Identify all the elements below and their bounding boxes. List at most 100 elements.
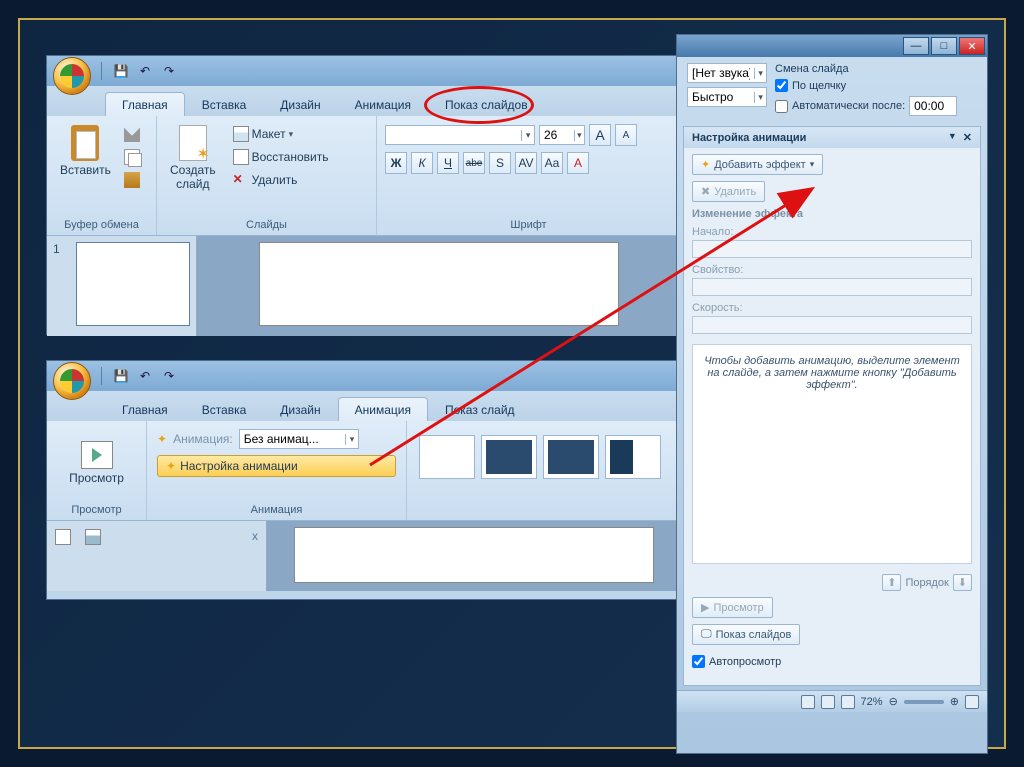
fit-icon[interactable] bbox=[965, 695, 979, 709]
speed-field: Скорость: bbox=[692, 302, 972, 334]
quick-access-toolbar: 💾 ↶ ↷ bbox=[47, 56, 681, 86]
zoom-out-icon[interactable]: ⊖ bbox=[889, 695, 898, 708]
slide-canvas-b[interactable] bbox=[294, 527, 654, 583]
auto-after-checkbox[interactable]: Автоматически после: bbox=[775, 96, 977, 116]
animation-value[interactable] bbox=[240, 432, 345, 446]
office-button-b[interactable] bbox=[53, 362, 91, 400]
italic-button[interactable]: К bbox=[411, 152, 433, 174]
advance-title: Смена слайда bbox=[775, 63, 977, 75]
sound-combo[interactable]: ▾ bbox=[687, 63, 767, 83]
auto-time-input[interactable] bbox=[909, 96, 957, 116]
view-show-icon[interactable] bbox=[841, 695, 855, 709]
maximize-button[interactable]: □ bbox=[931, 37, 957, 55]
redo-icon[interactable]: ↷ bbox=[160, 62, 178, 80]
new-slide-icon bbox=[179, 125, 207, 161]
autopreview-checkbox[interactable]: Автопросмотр bbox=[692, 655, 972, 668]
tab-slideshow-b[interactable]: Показ слайд bbox=[428, 397, 532, 421]
strike-button[interactable]: abe bbox=[463, 152, 485, 174]
close-panel-icon[interactable]: x bbox=[252, 529, 258, 583]
bold-button[interactable]: Ж bbox=[385, 152, 407, 174]
font-size-combo[interactable]: ▾ bbox=[539, 125, 585, 145]
transition-none[interactable] bbox=[419, 435, 475, 479]
speed-combo[interactable]: ▾ bbox=[687, 87, 767, 107]
undo-icon[interactable]: ↶ bbox=[136, 367, 154, 385]
shrink-font-button[interactable]: A bbox=[615, 124, 637, 146]
transition-split[interactable] bbox=[605, 435, 661, 479]
outline-tab-icon[interactable] bbox=[55, 529, 71, 545]
format-painter-button[interactable] bbox=[120, 170, 144, 190]
cut-button[interactable] bbox=[120, 124, 144, 144]
animation-combo[interactable]: ▾ bbox=[239, 429, 359, 449]
slideshow-button[interactable]: 🖵 Показ слайдов bbox=[692, 624, 800, 645]
tab-home[interactable]: Главная bbox=[105, 92, 185, 116]
font-family-combo[interactable]: ▾ bbox=[385, 125, 535, 145]
paste-button[interactable]: Вставить bbox=[53, 120, 118, 212]
copy-button[interactable] bbox=[120, 147, 144, 167]
zoom-slider[interactable] bbox=[904, 700, 944, 704]
close-button[interactable]: ✕ bbox=[959, 37, 985, 55]
remove-effect-button[interactable]: ✖ Удалить bbox=[692, 181, 765, 202]
tab-insert[interactable]: Вставка bbox=[185, 92, 264, 116]
layout-button[interactable]: Макет▾ bbox=[229, 124, 333, 144]
underline-button[interactable]: Ч bbox=[437, 152, 459, 174]
zoom-in-icon[interactable]: ⊕ bbox=[950, 695, 959, 708]
close-pane-icon[interactable]: ✕ bbox=[963, 131, 972, 144]
grow-font-button[interactable]: A bbox=[589, 124, 611, 146]
slides-tab-icon[interactable] bbox=[85, 529, 101, 545]
tab-insert-b[interactable]: Вставка bbox=[185, 397, 264, 421]
view-normal-icon[interactable] bbox=[801, 695, 815, 709]
move-down-button[interactable]: ⬇ bbox=[953, 574, 972, 591]
slides-group-title: Слайды bbox=[163, 217, 370, 231]
remove-icon: ✖ bbox=[701, 185, 710, 198]
move-up-button[interactable]: ⬆ bbox=[882, 574, 901, 591]
font-size-input[interactable] bbox=[540, 128, 574, 142]
on-click-checkbox[interactable]: По щелчку bbox=[775, 79, 977, 92]
chevron-down-icon[interactable]: ▼ bbox=[948, 131, 957, 144]
minimize-button[interactable]: — bbox=[903, 37, 929, 55]
paste-label: Вставить bbox=[60, 163, 111, 177]
tab-animation[interactable]: Анимация bbox=[338, 92, 428, 116]
chevron-down-icon[interactable]: ▾ bbox=[345, 434, 358, 445]
transition-fade[interactable] bbox=[481, 435, 537, 479]
reset-button[interactable]: Восстановить bbox=[229, 147, 333, 167]
tab-design[interactable]: Дизайн bbox=[263, 92, 337, 116]
change-effect-title: Изменение эффекта bbox=[692, 208, 972, 220]
delete-slide-button[interactable]: ✕Удалить bbox=[229, 170, 333, 190]
save-icon[interactable]: 💾 bbox=[112, 62, 130, 80]
play-button[interactable]: ▶ Просмотр bbox=[692, 597, 773, 618]
shadow-button[interactable]: S bbox=[489, 152, 511, 174]
add-effect-button[interactable]: ✦ Добавить эффект ▾ bbox=[692, 154, 823, 175]
preview-button[interactable]: Просмотр bbox=[53, 425, 140, 501]
office-button[interactable] bbox=[53, 57, 91, 95]
start-select[interactable] bbox=[692, 240, 972, 258]
custom-animation-label: Настройка анимации bbox=[180, 459, 298, 473]
copy-icon bbox=[124, 149, 140, 165]
chevron-down-icon[interactable]: ▾ bbox=[754, 68, 766, 79]
tab-slideshow[interactable]: Показ слайдов bbox=[428, 92, 545, 116]
screenshot-top: 💾 ↶ ↷ Главная Вставка Дизайн Анимация По… bbox=[46, 55, 682, 335]
change-case-button[interactable]: Aa bbox=[541, 152, 563, 174]
play-icon: ▶ bbox=[701, 601, 709, 614]
view-sorter-icon[interactable] bbox=[821, 695, 835, 709]
slide-thumbnail[interactable] bbox=[76, 242, 190, 326]
chevron-down-icon[interactable]: ▾ bbox=[521, 130, 534, 141]
undo-icon[interactable]: ↶ bbox=[136, 62, 154, 80]
property-select[interactable] bbox=[692, 278, 972, 296]
transition-fade2[interactable] bbox=[543, 435, 599, 479]
transition-settings: ▾ ▾ Смена слайда По щелчку Автоматически… bbox=[677, 57, 987, 122]
spacing-button[interactable]: AV bbox=[515, 152, 537, 174]
slide-canvas[interactable] bbox=[259, 242, 619, 326]
speed-select[interactable] bbox=[692, 316, 972, 334]
font-color-button[interactable]: A bbox=[567, 152, 589, 174]
custom-animation-button[interactable]: ✦ Настройка анимации bbox=[157, 455, 396, 477]
font-family-input[interactable] bbox=[386, 128, 521, 142]
chevron-down-icon[interactable]: ▾ bbox=[574, 130, 584, 141]
save-icon[interactable]: 💾 bbox=[112, 367, 130, 385]
tab-design-b[interactable]: Дизайн bbox=[263, 397, 337, 421]
chevron-down-icon[interactable]: ▾ bbox=[754, 92, 766, 103]
animation-group-title: Анимация bbox=[153, 502, 400, 516]
redo-icon[interactable]: ↷ bbox=[160, 367, 178, 385]
tab-home-b[interactable]: Главная bbox=[105, 397, 185, 421]
tab-animation-b[interactable]: Анимация bbox=[338, 397, 428, 421]
new-slide-button[interactable]: Создать слайд bbox=[163, 120, 223, 212]
